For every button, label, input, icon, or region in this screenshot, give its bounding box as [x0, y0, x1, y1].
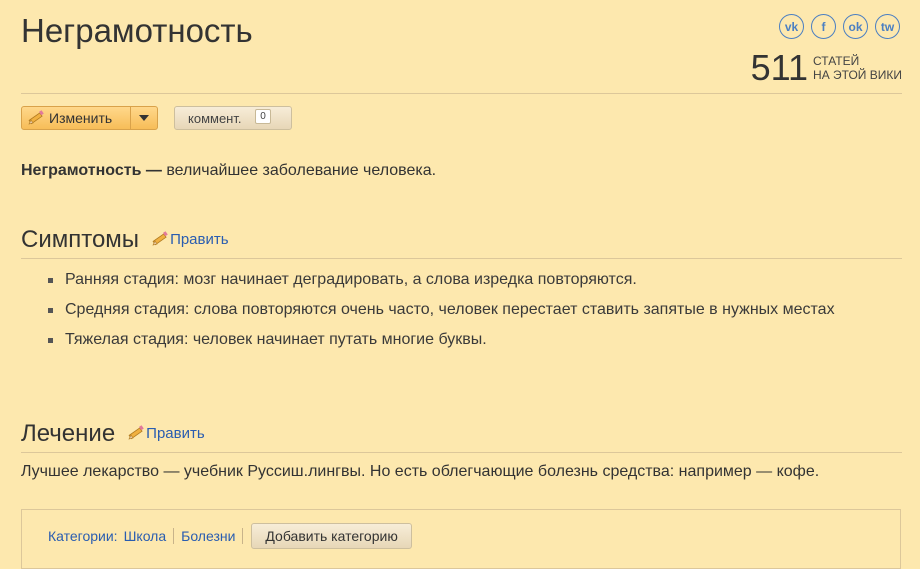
- edit-dropdown-toggle[interactable]: [130, 107, 157, 129]
- edit-button-label: Изменить: [49, 110, 113, 126]
- article-count-label: СТАТЕЙ НА ЭТОЙ ВИКИ: [813, 54, 902, 82]
- intro-text: величайшее заболевание человека.: [161, 162, 437, 179]
- list-item: Средняя стадия: слова повторяются очень …: [44, 296, 864, 324]
- list-item: Тяжелая стадия: человек начинает путать …: [44, 326, 864, 354]
- odnoklassniki-share-button[interactable]: ok: [843, 14, 868, 39]
- twitter-icon: tw: [880, 19, 895, 34]
- pencil-icon: [152, 231, 168, 246]
- section-heading-symptoms: Симптомы Править: [21, 226, 229, 254]
- edit-button-group: Изменить: [21, 106, 158, 130]
- odnoklassniki-icon: ok: [848, 19, 863, 34]
- section-title: Лечение: [21, 420, 116, 447]
- section-edit-link[interactable]: Править: [127, 425, 205, 442]
- category-link[interactable]: Болезни: [174, 528, 244, 544]
- comments-button-label: коммент.: [188, 110, 242, 126]
- vk-icon: vk: [784, 19, 799, 34]
- article-count-label-line2: НА ЭТОЙ ВИКИ: [813, 68, 902, 82]
- section-edit-label: Править: [146, 424, 205, 442]
- categories-row: Категории: Школа Болезни Добавить катего…: [48, 523, 412, 549]
- header-divider: [21, 93, 902, 94]
- section-divider: [21, 452, 902, 453]
- treatment-paragraph: Лучшее лекарство — учебник Руссиш.лингвы…: [21, 463, 820, 480]
- vk-share-button[interactable]: vk: [779, 14, 804, 39]
- edit-button[interactable]: Изменить: [22, 107, 130, 129]
- pencil-icon: [28, 110, 44, 125]
- chevron-down-icon: [139, 115, 149, 121]
- twitter-share-button[interactable]: tw: [875, 14, 900, 39]
- section-edit-link[interactable]: Править: [151, 231, 229, 248]
- section-heading-treatment: Лечение Править: [21, 420, 205, 448]
- social-share-bar: vk f ok tw: [779, 14, 900, 39]
- comment-count-badge: 0: [255, 109, 271, 124]
- facebook-icon: f: [821, 19, 826, 34]
- pencil-icon: [128, 425, 144, 440]
- page-title: Неграмотность: [21, 12, 253, 49]
- add-category-button[interactable]: Добавить категорию: [251, 523, 412, 549]
- facebook-share-button[interactable]: f: [811, 14, 836, 39]
- intro-term: Неграмотность —: [21, 162, 162, 179]
- categories-label-link[interactable]: Категории:: [48, 528, 118, 544]
- categories-box: Категории: Школа Болезни Добавить катего…: [21, 509, 901, 569]
- section-title: Симптомы: [21, 226, 140, 253]
- article-count-label-line1: СТАТЕЙ: [813, 54, 860, 68]
- section-divider: [21, 258, 902, 259]
- intro-paragraph: Неграмотность — величайшее заболевание ч…: [21, 162, 436, 180]
- symptoms-list: Ранняя стадия: мозг начинает деградирова…: [44, 266, 864, 356]
- comments-button[interactable]: коммент. 0: [174, 106, 292, 130]
- category-link[interactable]: Школа: [124, 528, 175, 544]
- article-counter: 511 СТАТЕЙ НА ЭТОЙ ВИКИ: [751, 50, 902, 86]
- article-count: 511: [750, 47, 809, 88]
- section-edit-label: Править: [170, 230, 229, 248]
- list-item: Ранняя стадия: мозг начинает деградирова…: [44, 266, 864, 294]
